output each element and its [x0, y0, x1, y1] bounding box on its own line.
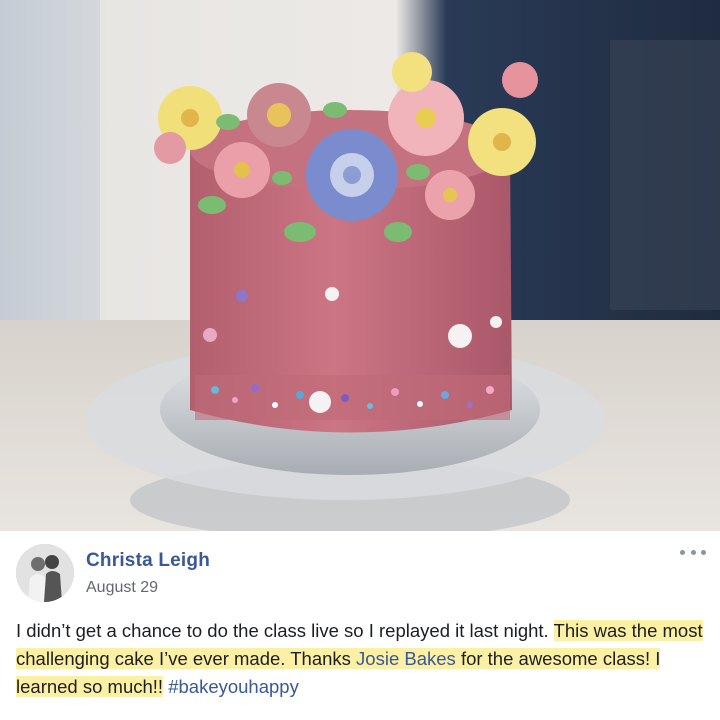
hashtag-link[interactable]: #bakeyouhappy — [168, 676, 299, 697]
author-avatar[interactable] — [16, 544, 74, 602]
more-options-button[interactable] — [680, 545, 706, 559]
more-horizontal-icon — [680, 549, 685, 555]
more-horizontal-icon — [690, 549, 696, 555]
post-photo[interactable] — [0, 0, 720, 531]
post-text-plain: I didn’t get a chance to do the class li… — [16, 620, 549, 641]
post-card: Christa Leigh August 29 I didn’t get a c… — [0, 531, 720, 720]
post-date[interactable]: August 29 — [86, 579, 158, 597]
mention-link[interactable]: Josie Bakes — [356, 648, 456, 669]
author-name[interactable]: Christa Leigh — [86, 550, 210, 572]
profile-photo-icon — [16, 544, 74, 602]
more-horizontal-icon — [701, 549, 706, 555]
post-text: I didn’t get a chance to do the class li… — [16, 617, 706, 701]
